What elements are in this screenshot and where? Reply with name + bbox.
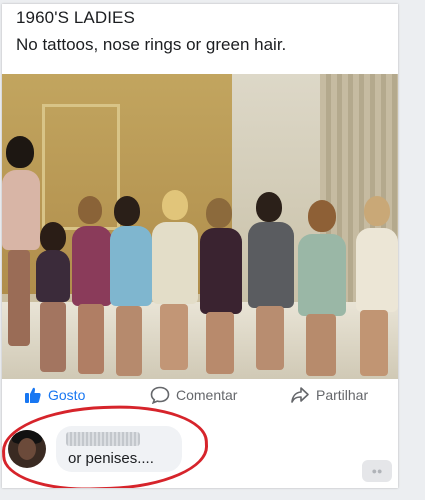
comment-button[interactable]: Comentar [150,386,237,404]
post-photo[interactable] [2,74,398,379]
like-label: Gosto [48,387,86,403]
post-caption: 1960'S LADIES No tattoos, nose rings or … [16,8,286,55]
thumbs-up-icon [24,386,42,404]
post-caption-title: 1960'S LADIES [16,8,135,27]
comment-label: Comentar [176,387,238,403]
share-arrow-icon [290,386,310,404]
watermark-icon: ●● [362,460,392,482]
post-action-bar: Gosto Comentar Partilhar [2,382,398,408]
comment-section: or penises.... ●● [2,402,398,488]
annotation-circle [2,402,210,488]
speech-bubble-icon [150,386,170,404]
post-caption-body: No tattoos, nose rings or green hair. [16,35,287,54]
share-label: Partilhar [316,387,369,403]
post-card: 1960'S LADIES No tattoos, nose rings or … [2,4,398,488]
share-button[interactable]: Partilhar [290,386,368,404]
like-button[interactable]: Gosto [24,386,85,404]
